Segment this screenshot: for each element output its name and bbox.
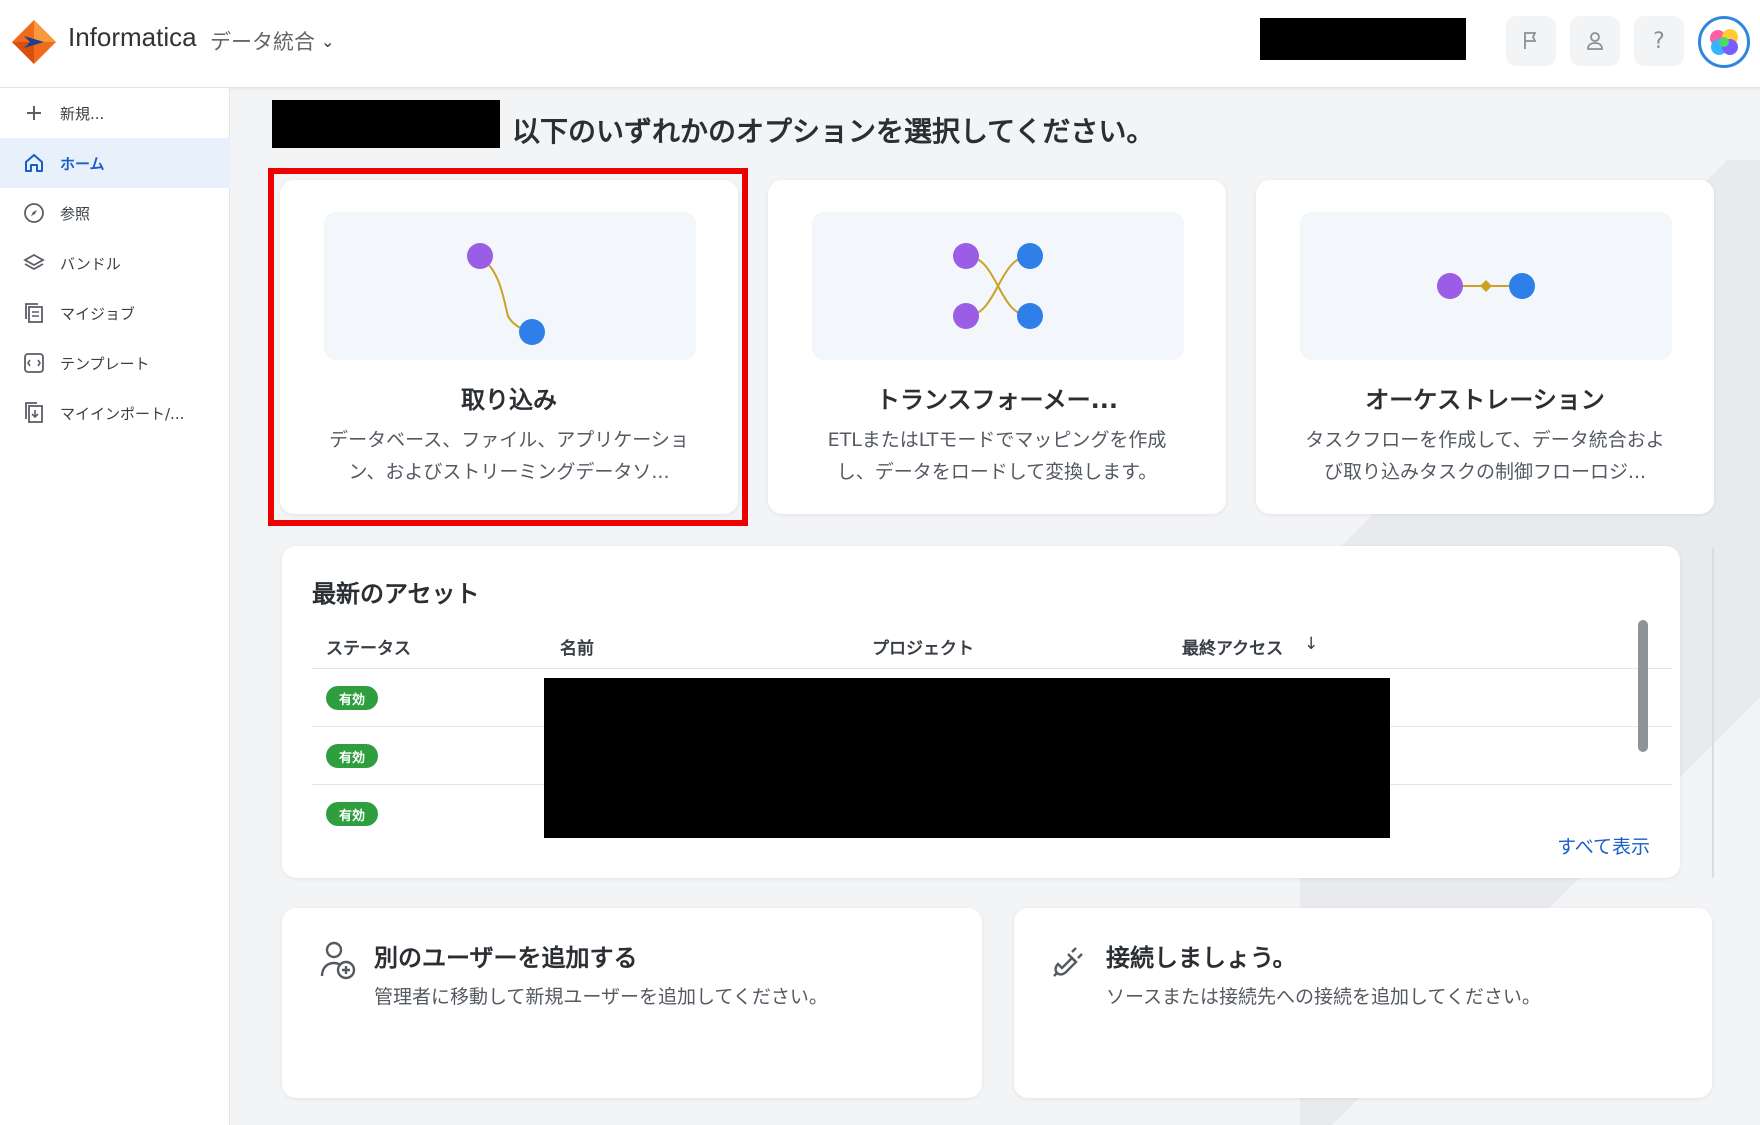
recent-assets-panel: 最新のアセット ステータス 名前 プロジェクト 最終アクセス ↓ 有効 有効 有…: [282, 546, 1680, 878]
option-card-transformation[interactable]: トランスフォーメー... ETLまたはLTモードでマッピングを作成し、データをロ…: [768, 180, 1226, 514]
sidebar-item-my-imports[interactable]: マイインポート/...: [0, 388, 230, 438]
column-header-project[interactable]: プロジェクト: [872, 634, 974, 659]
sidebar-item-bundles[interactable]: バンドル: [0, 238, 230, 288]
column-header-status[interactable]: ステータス: [326, 634, 411, 659]
app-name: データ統合: [210, 30, 315, 54]
option-description: タスクフローを作成して、データ統合および取り込みタスクの制御フローロジ...: [1305, 429, 1665, 483]
informatica-logo-icon: [12, 20, 56, 64]
sidebar-item-my-jobs[interactable]: マイジョブ: [0, 288, 230, 338]
column-header-last-access[interactable]: 最終アクセス: [1182, 634, 1283, 659]
layers-icon: [22, 251, 46, 275]
sidebar-item-label: バンドル: [60, 254, 121, 273]
avatar[interactable]: [1698, 16, 1750, 68]
sidebar-item-templates[interactable]: テンプレート: [0, 338, 230, 388]
add-user-description: 管理者に移動して新規ユーザーを追加してください。: [374, 986, 828, 1008]
divider: [1712, 548, 1714, 878]
user-icon: [1587, 32, 1603, 50]
app-switcher[interactable]: データ統合 ⌄: [210, 26, 334, 56]
status-badge: 有効: [326, 744, 378, 768]
chevron-down-icon: ⌄: [321, 31, 335, 51]
brand-name: Informatica: [68, 22, 197, 52]
jobs-icon: [22, 301, 46, 325]
status-badge: 有効: [326, 802, 378, 826]
table-scrollbar[interactable]: [1638, 620, 1648, 752]
sidebar-item-label: マイインポート/...: [60, 404, 185, 423]
add-user-card[interactable]: 別のユーザーを追加する 管理者に移動して新規ユーザーを追加してください。: [282, 908, 982, 1098]
template-icon: [22, 351, 46, 375]
recent-assets-title: 最新のアセット: [312, 580, 480, 608]
sidebar-item-browse[interactable]: 参照: [0, 188, 230, 238]
row-divider: [312, 668, 1672, 669]
connect-description: ソースまたは接続先への接続を追加してください。: [1106, 986, 1541, 1008]
sort-down-icon[interactable]: ↓: [1304, 634, 1318, 654]
column-header-name[interactable]: 名前: [560, 634, 594, 659]
sidebar-item-new[interactable]: 新規...: [0, 88, 230, 138]
redacted-asset-rows: [544, 678, 1390, 838]
add-user-title: 別のユーザーを追加する: [374, 944, 638, 972]
transformation-flow-icon: [953, 243, 1043, 329]
home-icon: [22, 151, 46, 175]
orchestration-flow-icon: [1437, 273, 1535, 299]
redacted-user-name: [272, 100, 500, 148]
user-button[interactable]: [1570, 16, 1620, 66]
help-button[interactable]: ?: [1634, 16, 1684, 66]
connect-title: 接続しましょう。: [1106, 944, 1297, 972]
option-title: オーケストレーション: [1365, 386, 1605, 414]
transformation-illustration: [812, 212, 1184, 360]
help-icon: ?: [1653, 28, 1665, 54]
redacted-org-name: [1260, 18, 1466, 60]
sidebar-item-label: マイジョブ: [60, 304, 136, 323]
option-title: トランスフォーメー...: [876, 386, 1118, 414]
sidebar-item-label: テンプレート: [60, 354, 150, 373]
compass-icon: [22, 201, 46, 225]
sidebar: 新規... ホーム 参照 バンドル マイジョブ テンプレート マイインポート/.…: [0, 88, 230, 1125]
orchestration-illustration: [1300, 212, 1672, 360]
view-all-link[interactable]: すべて表示: [1557, 832, 1650, 859]
add-user-icon: [320, 941, 356, 980]
top-bar: Informatica データ統合 ⌄ ?: [0, 0, 1760, 88]
plus-icon: [22, 101, 46, 125]
plug-icon: [1053, 947, 1083, 977]
flag-button[interactable]: [1506, 16, 1556, 66]
sidebar-item-label: ホーム: [60, 154, 105, 173]
page-heading: 以下のいずれかのオプションを選択してください。: [512, 115, 1155, 148]
option-description: ETLまたはLTモードでマッピングを作成し、データをロードして変換します。: [827, 429, 1167, 483]
sidebar-item-label: 参照: [60, 204, 91, 223]
import-icon: [22, 401, 46, 425]
status-badge: 有効: [326, 686, 378, 710]
brain-avatar-icon: [1710, 29, 1738, 55]
connect-card[interactable]: 接続しましょう。 ソースまたは接続先への接続を追加してください。: [1014, 908, 1712, 1098]
option-card-orchestration[interactable]: オーケストレーション タスクフローを作成して、データ統合および取り込みタスクの制…: [1256, 180, 1714, 514]
flag-icon: [1524, 32, 1537, 49]
sidebar-item-home[interactable]: ホーム: [0, 138, 230, 188]
highlight-frame: [268, 168, 748, 526]
sidebar-item-label: 新規...: [60, 104, 105, 123]
